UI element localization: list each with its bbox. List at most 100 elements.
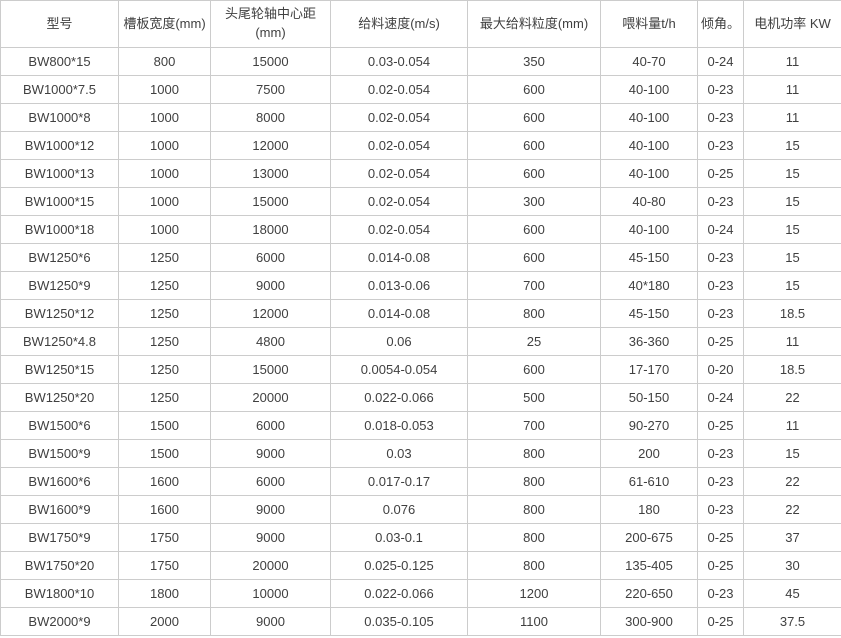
table-header-row: 型号 槽板宽度(mm) 头尾轮轴中心距 (mm) 给料速度(m/s) 最大给料粒…	[1, 1, 841, 48]
table-cell: 0-25	[698, 160, 744, 188]
table-cell: 2000	[119, 608, 211, 636]
table-cell: 1250	[119, 300, 211, 328]
table-cell: 600	[468, 132, 601, 160]
table-cell: 220-650	[601, 580, 698, 608]
column-header-motor-power: 电机功率 KW	[744, 1, 841, 48]
table-cell: 36-360	[601, 328, 698, 356]
table-cell: 15	[744, 440, 841, 468]
table-cell: 1000	[119, 188, 211, 216]
table-cell: BW1750*20	[1, 552, 119, 580]
table-cell: 6000	[211, 468, 331, 496]
table-row: BW1250*151250150000.0054-0.05460017-1700…	[1, 356, 841, 384]
table-cell: 1250	[119, 244, 211, 272]
table-cell: BW1250*9	[1, 272, 119, 300]
table-cell: 22	[744, 468, 841, 496]
table-cell: 800	[468, 496, 601, 524]
table-cell: 135-405	[601, 552, 698, 580]
table-cell: 0-23	[698, 244, 744, 272]
table-row: BW1600*6160060000.017-0.1780061-6100-232…	[1, 468, 841, 496]
table-cell: 11	[744, 76, 841, 104]
table-row: BW800*15800150000.03-0.05435040-700-2411	[1, 48, 841, 76]
table-cell: 13000	[211, 160, 331, 188]
table-cell: BW1500*9	[1, 440, 119, 468]
table-cell: 0-23	[698, 76, 744, 104]
table-row: BW1250*121250120000.014-0.0880045-1500-2…	[1, 300, 841, 328]
table-cell: 10000	[211, 580, 331, 608]
table-cell: 0.013-0.06	[331, 272, 468, 300]
table-cell: 0-23	[698, 132, 744, 160]
table-cell: 40-100	[601, 160, 698, 188]
table-cell: 15000	[211, 188, 331, 216]
table-cell: 12000	[211, 300, 331, 328]
table-cell: 0-24	[698, 384, 744, 412]
table-cell: 0.022-0.066	[331, 384, 468, 412]
table-cell: BW1000*7.5	[1, 76, 119, 104]
table-cell: BW1250*15	[1, 356, 119, 384]
table-cell: 18.5	[744, 356, 841, 384]
table-row: BW1250*4.8125048000.062536-3600-2511	[1, 328, 841, 356]
table-cell: 500	[468, 384, 601, 412]
table-cell: BW1600*9	[1, 496, 119, 524]
table-cell: 0.02-0.054	[331, 216, 468, 244]
table-cell: 1600	[119, 468, 211, 496]
table-row: BW1250*201250200000.022-0.06650050-1500-…	[1, 384, 841, 412]
table-cell: 15	[744, 216, 841, 244]
table-cell: 600	[468, 244, 601, 272]
table-row: BW1750*201750200000.025-0.125800135-4050…	[1, 552, 841, 580]
table-cell: 0-20	[698, 356, 744, 384]
table-cell: 600	[468, 76, 601, 104]
table-cell: 0-24	[698, 48, 744, 76]
table-cell: 37	[744, 524, 841, 552]
table-cell: 0-23	[698, 580, 744, 608]
table-row: BW1500*6150060000.018-0.05370090-2700-25…	[1, 412, 841, 440]
page: 型号 槽板宽度(mm) 头尾轮轴中心距 (mm) 给料速度(m/s) 最大给料粒…	[0, 0, 841, 638]
table-cell: 1250	[119, 384, 211, 412]
table-cell: 22	[744, 496, 841, 524]
table-cell: 0.035-0.105	[331, 608, 468, 636]
table-cell: 0.06	[331, 328, 468, 356]
table-cell: 700	[468, 412, 601, 440]
table-cell: 0.018-0.053	[331, 412, 468, 440]
table-row: BW1750*9175090000.03-0.1800200-6750-2537	[1, 524, 841, 552]
column-header-feed-capacity: 喂料量t/h	[601, 1, 698, 48]
table-cell: 1000	[119, 132, 211, 160]
table-cell: 90-270	[601, 412, 698, 440]
table-header: 型号 槽板宽度(mm) 头尾轮轴中心距 (mm) 给料速度(m/s) 最大给料粒…	[1, 1, 841, 48]
table-cell: 9000	[211, 524, 331, 552]
table-cell: 350	[468, 48, 601, 76]
table-cell: 1200	[468, 580, 601, 608]
table-cell: 300	[468, 188, 601, 216]
table-cell: 15	[744, 132, 841, 160]
table-cell: 1000	[119, 216, 211, 244]
column-header-feed-speed: 给料速度(m/s)	[331, 1, 468, 48]
table-cell: 8000	[211, 104, 331, 132]
table-cell: 0.02-0.054	[331, 132, 468, 160]
table-cell: BW1800*10	[1, 580, 119, 608]
table-cell: 0-23	[698, 300, 744, 328]
table-cell: 1500	[119, 412, 211, 440]
table-cell: 1600	[119, 496, 211, 524]
table-cell: 600	[468, 216, 601, 244]
table-cell: 15000	[211, 48, 331, 76]
column-header-max-feed-size: 最大给料粒度(mm)	[468, 1, 601, 48]
table-cell: 9000	[211, 272, 331, 300]
table-cell: 0.02-0.054	[331, 76, 468, 104]
table-cell: 0-23	[698, 188, 744, 216]
table-cell: 0-23	[698, 496, 744, 524]
table-cell: 9000	[211, 608, 331, 636]
table-cell: 0-25	[698, 608, 744, 636]
table-cell: 9000	[211, 440, 331, 468]
table-row: BW1000*131000130000.02-0.05460040-1000-2…	[1, 160, 841, 188]
table-cell: 1000	[119, 76, 211, 104]
table-cell: 1000	[119, 104, 211, 132]
table-cell: 11	[744, 328, 841, 356]
table-cell: BW1000*8	[1, 104, 119, 132]
table-cell: 15	[744, 188, 841, 216]
spec-table: 型号 槽板宽度(mm) 头尾轮轴中心距 (mm) 给料速度(m/s) 最大给料粒…	[0, 0, 841, 636]
table-cell: 0.014-0.08	[331, 300, 468, 328]
table-cell: 200-675	[601, 524, 698, 552]
table-cell: 0-25	[698, 552, 744, 580]
table-cell: 50-150	[601, 384, 698, 412]
table-cell: 0-23	[698, 104, 744, 132]
table-cell: BW1000*13	[1, 160, 119, 188]
